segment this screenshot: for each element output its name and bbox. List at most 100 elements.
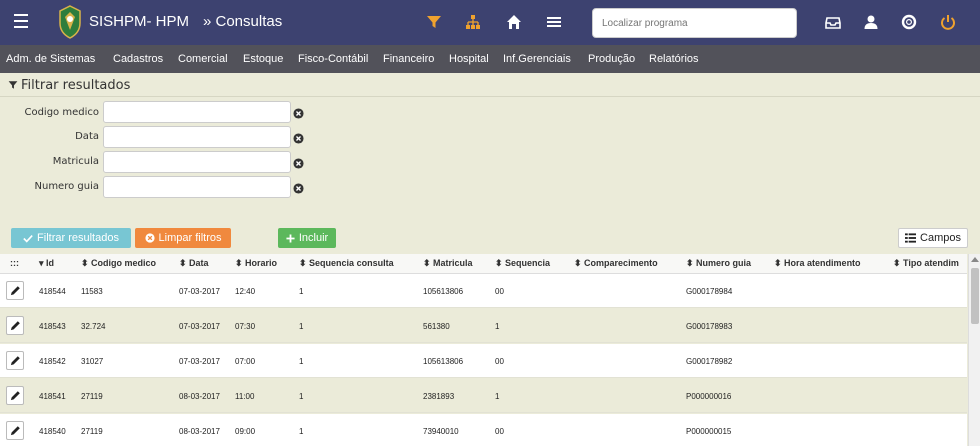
cell-matricula: 105613806 [423, 357, 464, 366]
home-icon[interactable] [506, 14, 522, 30]
scroll-up-arrow-icon[interactable] [971, 257, 979, 262]
menu-item-fisco-contabil[interactable]: Fisco-Contábil [298, 53, 368, 65]
table-row: 418540 27119 08-03-2017 09:00 1 73940010… [0, 414, 967, 446]
cell-matricula: 105613806 [423, 287, 464, 296]
table-row: 418543 32.724 07-03-2017 07:30 1 561380 … [0, 309, 967, 343]
table-row: 418542 31027 07-03-2017 07:00 1 10561380… [0, 344, 967, 378]
cell-codigo-medico: 11583 [81, 287, 103, 296]
clear-matricula-icon[interactable] [293, 158, 304, 169]
column-header-codigo-medico[interactable]: ⬍ Codigo medico [81, 258, 156, 269]
cell-numero-guia: G000178983 [686, 322, 733, 331]
data-input[interactable] [103, 126, 291, 148]
pencil-icon [10, 286, 20, 296]
cell-sequencia: 00 [495, 357, 504, 366]
results-table: ::: ▾ Id ⬍ Codigo medico ⬍ Data ⬍ Horari… [0, 254, 967, 446]
main-menu-bar: Adm. de Sistemas Cadastros Comercial Est… [0, 45, 980, 73]
matricula-label: Matricula [52, 156, 99, 167]
pencil-icon [10, 391, 20, 401]
cell-matricula: 561380 [423, 322, 450, 331]
cell-sequencia: 00 [495, 427, 504, 436]
clear-data-icon[interactable] [293, 133, 304, 144]
column-grip-icon[interactable]: ::: [10, 258, 19, 268]
add-record-button[interactable]: Incluir [278, 228, 336, 248]
column-header-numero-guia[interactable]: ⬍ Numero guia [686, 258, 751, 269]
clear-numero-guia-icon[interactable] [293, 183, 304, 194]
edit-row-button[interactable] [6, 351, 24, 370]
column-header-sequencia[interactable]: ⬍ Sequencia [495, 258, 550, 269]
divider [0, 96, 980, 97]
filter-icon[interactable] [426, 14, 442, 30]
menu-item-cadastros[interactable]: Cadastros [113, 53, 163, 65]
cell-id: 418543 [39, 322, 66, 331]
cell-codigo-medico: 32.724 [81, 322, 106, 331]
cell-sequencia-consulta: 1 [299, 357, 304, 366]
cell-numero-guia: G000178984 [686, 287, 733, 296]
column-header-matricula[interactable]: ⬍ Matricula [423, 258, 473, 269]
table-header: ::: ▾ Id ⬍ Codigo medico ⬍ Data ⬍ Horari… [0, 254, 967, 274]
codigo-medico-label: Codigo medico [24, 107, 99, 118]
search-program-input[interactable] [592, 8, 797, 38]
edit-row-button[interactable] [6, 421, 24, 440]
filter-panel-header[interactable]: Filtrar resultados [8, 78, 130, 93]
column-header-data[interactable]: ⬍ Data [179, 258, 209, 269]
plus-icon [286, 233, 295, 243]
table-scrollbar[interactable] [968, 254, 980, 446]
column-header-hora-atendimento[interactable]: ⬍ Hora atendimento [774, 258, 861, 269]
cell-horario: 11:00 [235, 392, 255, 401]
columns-button[interactable]: Campos [898, 228, 968, 248]
column-header-comparecimento[interactable]: ⬍ Comparecimento [574, 258, 658, 269]
filter-results-button[interactable]: Filtrar resultados [11, 228, 131, 248]
cell-matricula: 73940010 [423, 427, 459, 436]
hamburger-menu-icon[interactable] [14, 14, 28, 28]
columns-list-icon [905, 233, 917, 243]
menu-item-financeiro[interactable]: Financeiro [383, 53, 434, 65]
edit-row-button[interactable] [6, 316, 24, 335]
cell-data: 07-03-2017 [179, 322, 220, 331]
column-header-horario[interactable]: ⬍ Horario [235, 258, 277, 269]
numero-guia-label: Numero guia [34, 181, 100, 192]
cell-sequencia: 00 [495, 287, 504, 296]
menu-item-inf-gerenciais[interactable]: Inf.Gerenciais [503, 53, 571, 65]
edit-row-button[interactable] [6, 386, 24, 405]
clear-codigo-medico-icon[interactable] [293, 108, 304, 119]
cell-codigo-medico: 27119 [81, 427, 103, 436]
matricula-input[interactable] [103, 151, 291, 173]
list-menu-icon[interactable] [546, 14, 562, 30]
table-row: 418544 11583 07-03-2017 12:40 1 10561380… [0, 274, 967, 308]
app-title: SISHPM- HPM [89, 13, 190, 30]
menu-item-estoque[interactable]: Estoque [243, 53, 283, 65]
power-off-icon[interactable] [940, 14, 956, 30]
column-header-tipo-atendimento[interactable]: ⬍ Tipo atendim [893, 258, 959, 269]
cell-horario: 09:00 [235, 427, 256, 436]
cell-sequencia: 1 [495, 392, 500, 401]
cell-sequencia-consulta: 1 [299, 392, 304, 401]
cell-codigo-medico: 27119 [81, 392, 103, 401]
user-icon[interactable] [863, 14, 879, 30]
cell-sequencia-consulta: 1 [299, 322, 304, 331]
filter-results-label: Filtrar resultados [37, 232, 119, 244]
menu-item-hospital[interactable]: Hospital [449, 53, 489, 65]
scrollbar-thumb[interactable] [971, 268, 979, 324]
clear-filters-button[interactable]: Limpar filtros [135, 228, 231, 248]
pencil-icon [10, 426, 20, 436]
cell-id: 418542 [39, 357, 66, 366]
cell-numero-guia: P000000016 [686, 392, 732, 401]
cell-data: 08-03-2017 [179, 427, 220, 436]
cell-horario: 07:00 [235, 357, 256, 366]
sitemap-icon[interactable] [465, 14, 481, 30]
numero-guia-input[interactable] [103, 176, 291, 198]
menu-item-adm-sistemas[interactable]: Adm. de Sistemas [6, 53, 95, 65]
codigo-medico-input[interactable] [103, 101, 291, 123]
table-row: 418541 27119 08-03-2017 11:00 1 2381893 … [0, 379, 967, 413]
inbox-icon[interactable] [825, 14, 841, 30]
help-lifebuoy-icon[interactable] [901, 14, 917, 30]
menu-item-producao[interactable]: Produção [588, 53, 635, 65]
breadcrumb: » Consultas [203, 13, 283, 30]
menu-item-relatorios[interactable]: Relatórios [649, 53, 699, 65]
column-header-id[interactable]: ▾ Id [39, 258, 54, 269]
pencil-icon [10, 356, 20, 366]
edit-row-button[interactable] [6, 281, 24, 300]
filter-icon [8, 81, 18, 89]
column-header-sequencia-consulta[interactable]: ⬍ Sequencia consulta [299, 258, 394, 269]
menu-item-comercial[interactable]: Comercial [178, 53, 228, 65]
